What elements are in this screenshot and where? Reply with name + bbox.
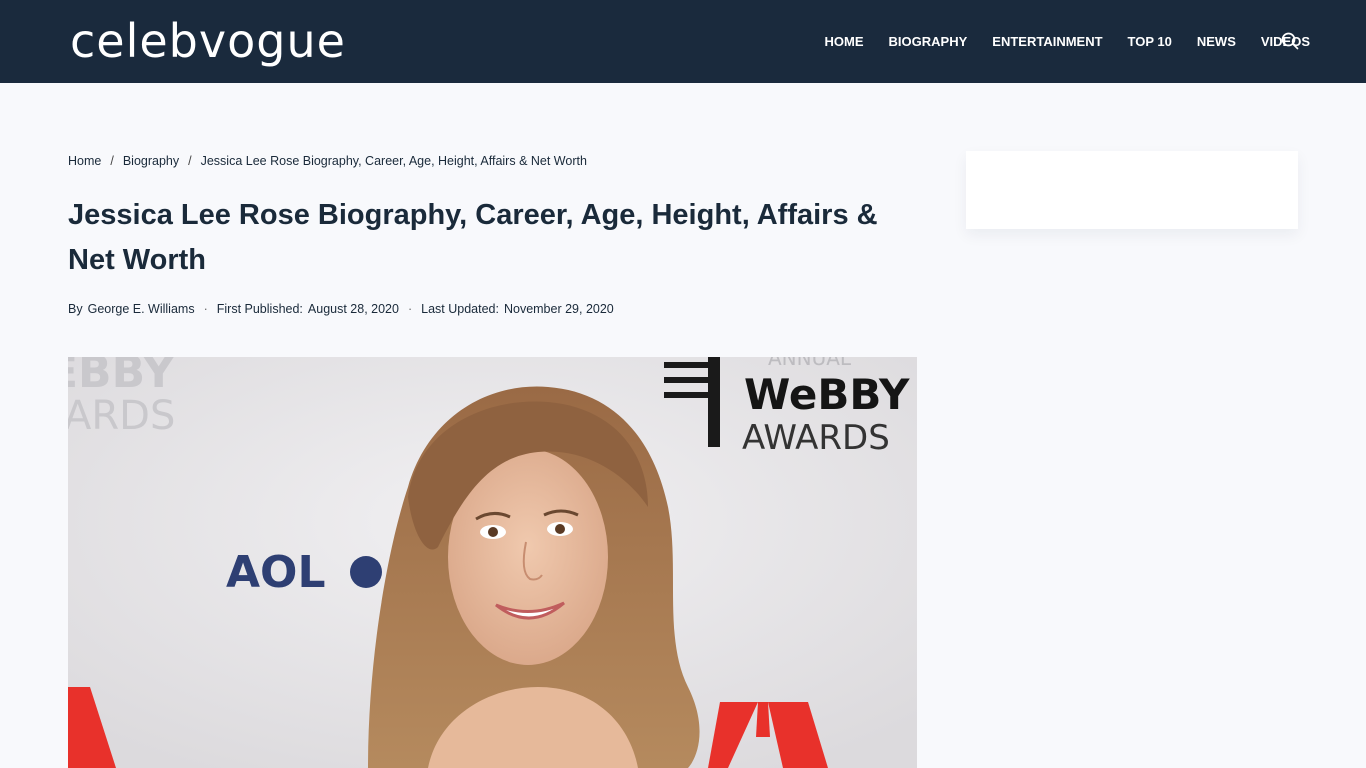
backdrop-awards-text: ARDS — [68, 393, 175, 439]
author-link[interactable]: George E. Williams — [88, 302, 195, 316]
breadcrumb-separator: / — [188, 154, 192, 168]
site-logo[interactable]: celebvogue — [70, 12, 346, 70]
aol-dot — [350, 556, 382, 588]
backdrop-annual-text: ANNUAL — [768, 357, 852, 370]
sidebar-widget — [966, 151, 1298, 229]
breadcrumb-home[interactable]: Home — [68, 154, 101, 168]
first-published-label: First Published: — [216, 302, 303, 316]
page-title: Jessica Lee Rose Biography, Career, Age,… — [68, 199, 878, 276]
nav-item-biography[interactable]: BIOGRAPHY — [889, 34, 968, 49]
breadcrumb-current: Jessica Lee Rose Biography, Career, Age,… — [200, 154, 587, 168]
nav-item-news[interactable]: NEWS — [1197, 34, 1236, 49]
article-meta: By George E. Williams · First Published:… — [68, 302, 614, 316]
search-icon — [1281, 32, 1299, 50]
site-header: celebvogue HOME BIOGRAPHY ENTERTAINMENT … — [0, 0, 1366, 83]
nav-item-top-10[interactable]: TOP 10 — [1128, 34, 1172, 49]
backdrop-awards-logo-text: AWARDS — [742, 418, 890, 458]
breadcrumb-separator: / — [110, 154, 114, 168]
featured-image-photo: EBBY ARDS ANNUAL WeBBY AWARDS AOL — [68, 357, 917, 768]
meta-separator: · — [203, 302, 208, 316]
last-updated-date: November 29, 2020 — [503, 302, 614, 316]
search-button[interactable] — [1280, 31, 1300, 51]
nav-item-home[interactable]: HOME — [825, 34, 864, 49]
last-updated-label: Last Updated: — [421, 302, 499, 316]
nav-item-entertainment[interactable]: ENTERTAINMENT — [992, 34, 1102, 49]
backdrop-aol-text: AOL — [226, 547, 326, 598]
by-label: By — [68, 302, 83, 316]
backdrop-webby-text: EBBY — [68, 357, 176, 398]
featured-image: EBBY ARDS ANNUAL WeBBY AWARDS AOL — [68, 357, 917, 768]
breadcrumb-biography[interactable]: Biography — [123, 154, 179, 168]
backdrop-webby-logo-text: WeBBY — [744, 370, 910, 419]
breadcrumb: Home / Biography / Jessica Lee Rose Biog… — [68, 154, 587, 168]
first-published-date: August 28, 2020 — [307, 302, 399, 316]
meta-separator: · — [407, 302, 413, 316]
